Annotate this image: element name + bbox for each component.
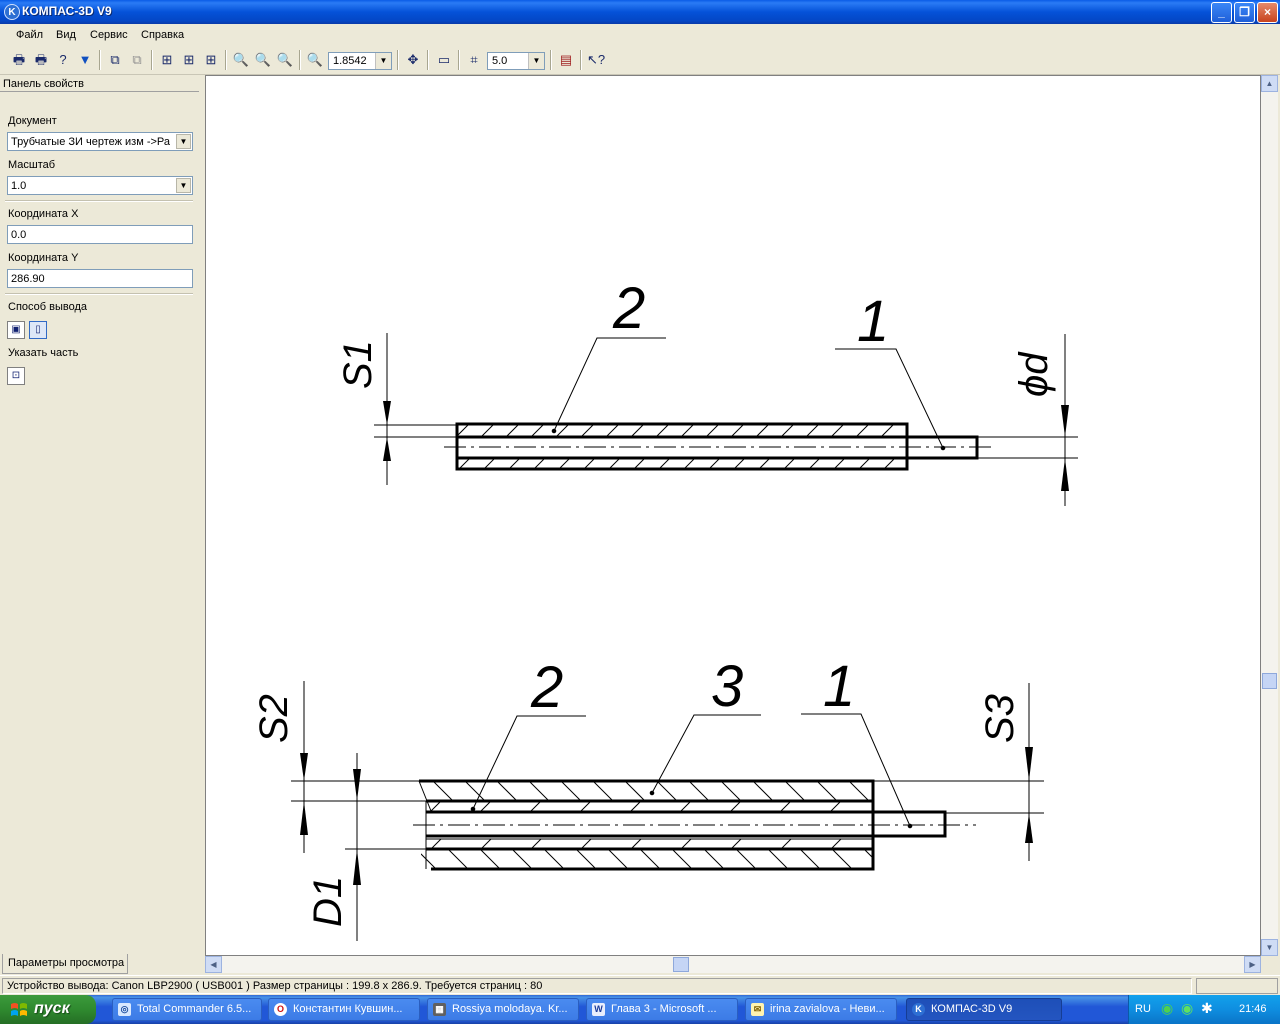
menu-help[interactable]: Справка [141,29,184,41]
windows-logo-icon [11,1003,27,1016]
coord-y-input[interactable]: 286.90 [7,269,193,288]
filter-icon[interactable]: ▼ [75,50,95,70]
horizontal-scrollbar[interactable]: ◀ ▶ [205,956,1261,973]
close-button[interactable]: × [1257,2,1278,23]
leader-label-3-bottom: 3 [711,654,743,719]
step-combo[interactable]: 5.0 ▼ [487,52,545,70]
context-help-icon[interactable]: ↖? [586,50,606,70]
technical-drawing: 2 1 S1 ϕd 2 3 1 S2 D1 S3 [252,276,1078,941]
zoom-out-icon[interactable]: 🔍 [275,50,295,70]
restore-button[interactable]: ❐ [1234,2,1255,23]
vertical-scrollbar[interactable]: ▲ ▼ [1261,75,1278,956]
zoom-in-icon[interactable]: 🔍 [253,50,273,70]
kompas-logo-icon: K [4,4,20,20]
minimize-button[interactable]: _ [1211,2,1232,23]
word-icon: W [592,1003,605,1016]
chevron-down-icon[interactable]: ▼ [176,134,191,149]
coord-y-label: Координата Y [8,252,79,264]
scale-label: Масштаб [8,159,56,171]
scroll-up-icon[interactable]: ▲ [1261,75,1278,92]
coord-x-label: Координата X [8,208,79,220]
document-select[interactable]: Трубчатые ЗИ чертеж изм ->Ра ▼ [7,132,193,151]
print-setup-icon[interactable]: 🖶 [31,50,51,70]
menu-bar: Файл Вид Сервис Справка [0,24,1280,46]
horizontal-scroll-thumb[interactable] [673,957,689,972]
total-commander-icon: ◎ [118,1003,131,1016]
kompas-logo-icon: K [912,1003,925,1016]
snap-step-icon[interactable]: ⌗ [464,50,484,70]
leader-label-1-bottom: 1 [823,654,855,719]
scroll-left-icon[interactable]: ◀ [205,956,222,973]
pan-icon[interactable]: ✥ [403,50,423,70]
move-sheets-icon[interactable]: ⧉ [105,50,125,70]
zoom-combo[interactable]: 1.8542 ▼ [328,52,392,70]
mail-icon: ✉ [751,1003,764,1016]
grid-layout-2-icon[interactable]: ⊞ [179,50,199,70]
chevron-down-icon[interactable]: ▼ [176,178,191,193]
output-page-icon[interactable]: ▯ [29,321,47,339]
dim-label-s1: S1 [336,340,380,389]
chevron-down-icon[interactable]: ▼ [375,53,391,69]
scroll-down-icon[interactable]: ▼ [1261,939,1278,956]
leader-label-2-top: 2 [612,276,645,341]
bottom-tube-assembly [291,681,1044,941]
task-word[interactable]: W Глава 3 - Microsoft ... [586,998,738,1021]
chevron-down-icon[interactable]: ▼ [528,53,544,69]
vertical-scroll-thumb[interactable] [1262,673,1277,689]
clock: 21:46 [1239,1003,1267,1015]
toolbar: 🖶 🖶 ? ▼ ⧉ ⧉ ⊞ ⊞ ⊞ 🔍 🔍 🔍 🔍 ✥ ▭ ⌗ ▤ ↖? [0,46,1280,75]
video-icon: ▦ [433,1003,446,1016]
leader-label-2-bottom: 2 [530,655,563,720]
coord-x-input[interactable]: 0.0 [7,225,193,244]
zoom-scale-icon[interactable]: 🔍 [305,50,325,70]
task-video[interactable]: ▦ Rossiya molodaya. Kr... [427,998,579,1021]
menu-view[interactable]: Вид [56,29,76,41]
language-indicator[interactable]: RU [1135,1003,1151,1015]
top-tube-assembly [374,333,1078,506]
title-bar[interactable]: K КОМПАС-3D V9 _ ❐ × [0,0,1280,24]
document-label: Документ [8,115,57,127]
opera-icon: O [274,1003,287,1016]
start-button[interactable]: пуск [0,995,96,1024]
system-tray: RU ◉ ◉ ✱ 21:46 [1128,995,1280,1024]
menu-file[interactable]: Файл [16,29,43,41]
fit-page-icon[interactable]: ▭ [434,50,454,70]
task-kompas[interactable]: K КОМПАС-3D V9 [906,998,1062,1021]
dim-label-d1: D1 [306,876,350,927]
tab-view-parameters[interactable]: Параметры просмотра [2,954,128,974]
drawing-canvas[interactable]: 2 1 S1 ϕd 2 3 1 S2 D1 S3 [205,75,1261,956]
dim-label-s2: S2 [252,694,296,743]
help-doc-icon[interactable]: ? [53,50,73,70]
task-total-commander[interactable]: ◎ Total Commander 6.5... [112,998,262,1021]
task-mail[interactable]: ✉ irina zavialova - Неви... [745,998,897,1021]
dim-label-phi-d: ϕd [1012,351,1056,397]
output-multipage-icon[interactable]: ▣ [7,321,25,339]
messenger-icon[interactable]: ✱ [1201,1000,1213,1017]
task-opera[interactable]: O Константин Кувшин... [268,998,420,1021]
panel-title: Панель свойств [0,76,199,92]
status-bar: Устройство вывода: Canon LBP2900 ( USB00… [0,975,1280,996]
rotate-sheets-icon[interactable]: ⧉ [127,50,147,70]
status-text: Устройство вывода: Canon LBP2900 ( USB00… [2,978,1192,994]
print-icon[interactable]: 🖶 [9,50,29,70]
leader-label-1-top: 1 [857,289,889,354]
zoom-icon[interactable]: 🔍 [231,50,251,70]
grid-layout-1-icon[interactable]: ⊞ [157,50,177,70]
scroll-right-icon[interactable]: ▶ [1244,956,1261,973]
dim-label-s3: S3 [978,694,1022,743]
scale-select[interactable]: 1.0 ▼ [7,176,193,195]
network-icon[interactable]: ◉ [1161,1000,1173,1017]
select-part-icon[interactable]: ⊡ [7,367,25,385]
menu-service[interactable]: Сервис [90,29,128,41]
output-method-label: Способ вывода [8,301,87,313]
select-part-label: Указать часть [8,347,79,359]
grid-layout-3-icon[interactable]: ⊞ [201,50,221,70]
window-title: КОМПАС-3D V9 [22,4,112,18]
antivirus-icon[interactable]: ◉ [1181,1000,1193,1017]
print-preview-icon[interactable]: ▤ [556,50,576,70]
